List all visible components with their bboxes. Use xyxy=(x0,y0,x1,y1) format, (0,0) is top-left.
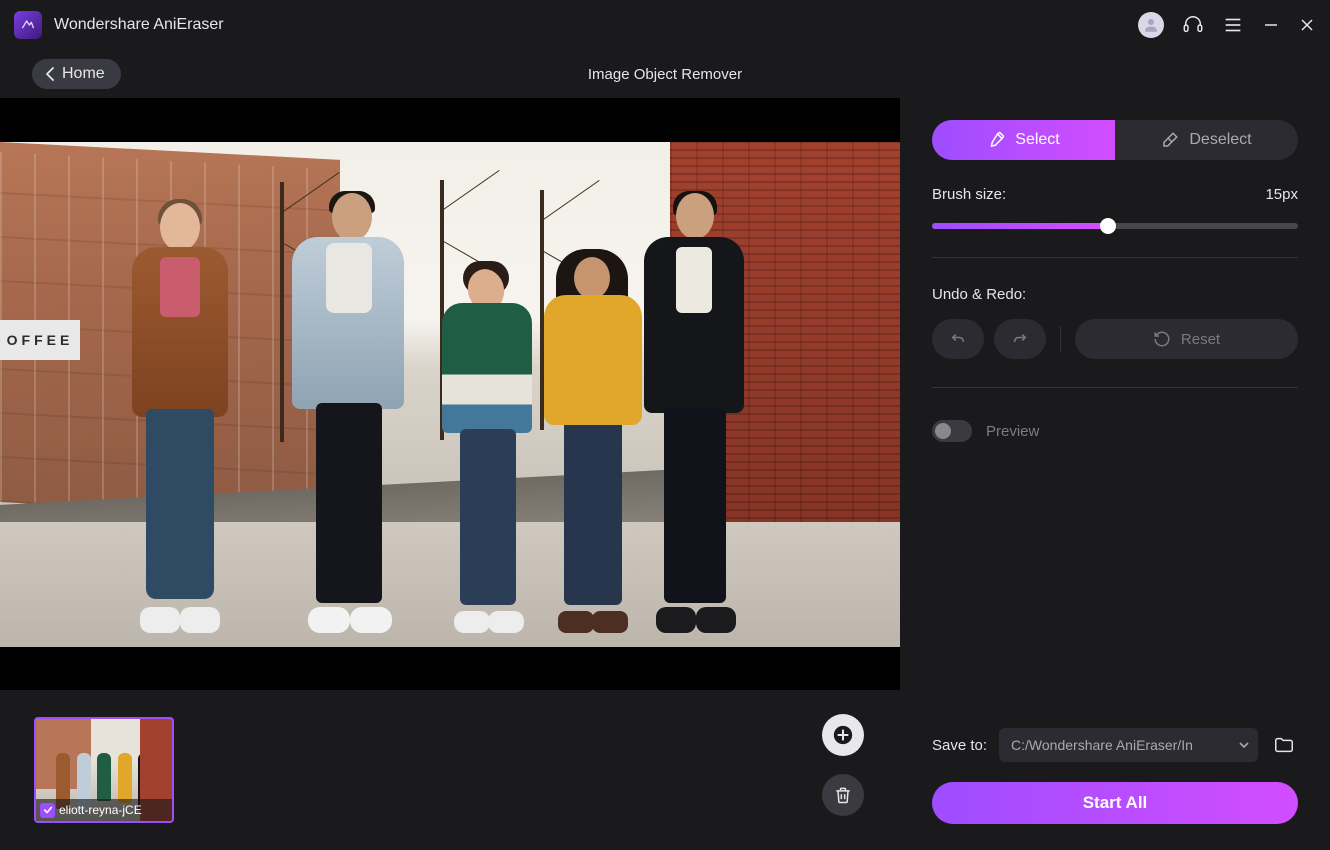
mode-toggle: Select Deselect xyxy=(932,120,1298,160)
scene-sign: OFFEE xyxy=(0,320,80,360)
thumbnail-check-icon[interactable] xyxy=(40,803,55,818)
thumbnail-strip: eliott-reyna-jCE xyxy=(0,690,900,850)
save-path-value: C:/Wondershare AniEraser/In xyxy=(1011,737,1193,753)
home-label: Home xyxy=(62,65,105,83)
add-image-button[interactable] xyxy=(822,714,864,756)
undo-redo-label: Undo & Redo: xyxy=(932,286,1026,303)
preview-image: OFFEE xyxy=(0,142,900,647)
app-logo xyxy=(14,11,42,39)
reset-icon xyxy=(1153,330,1171,348)
thumbnail-item[interactable]: eliott-reyna-jCE xyxy=(34,717,174,823)
title-bar: Wondershare AniEraser xyxy=(0,0,1330,50)
select-label: Select xyxy=(1015,131,1059,149)
preview-toggle[interactable] xyxy=(932,420,972,442)
brush-size-value: 15px xyxy=(1265,186,1298,203)
sub-header: Home Image Object Remover xyxy=(0,50,1330,98)
slider-thumb[interactable] xyxy=(1100,218,1116,234)
undo-icon xyxy=(949,330,967,348)
browse-folder-button[interactable] xyxy=(1270,731,1298,759)
window-minimize[interactable] xyxy=(1262,16,1280,34)
start-all-button[interactable]: Start All xyxy=(932,782,1298,824)
deselect-mode-button[interactable]: Deselect xyxy=(1115,120,1298,160)
menu-icon[interactable] xyxy=(1222,14,1244,36)
thumbnail-filename: eliott-reyna-jCE xyxy=(59,803,142,817)
page-title: Image Object Remover xyxy=(588,66,742,83)
select-mode-button[interactable]: Select xyxy=(932,120,1115,160)
redo-icon xyxy=(1011,330,1029,348)
window-close[interactable] xyxy=(1298,16,1316,34)
save-to-label: Save to: xyxy=(932,737,987,754)
user-avatar[interactable] xyxy=(1138,12,1164,38)
brush-size-label: Brush size: xyxy=(932,186,1006,203)
save-path-select[interactable]: C:/Wondershare AniEraser/In xyxy=(999,728,1258,762)
eraser-icon xyxy=(1161,131,1179,149)
app-title: Wondershare AniEraser xyxy=(54,16,224,34)
deselect-label: Deselect xyxy=(1189,131,1251,149)
folder-icon xyxy=(1273,734,1295,756)
chevron-down-icon xyxy=(1238,739,1250,751)
chevron-left-icon xyxy=(44,67,56,81)
tools-panel: Select Deselect Brush size: 15px Undo & … xyxy=(900,98,1330,850)
editor-area: OFFEE eliott-reyna-jCE xyxy=(0,98,900,850)
home-button[interactable]: Home xyxy=(32,59,121,89)
preview-label: Preview xyxy=(986,423,1039,440)
redo-button[interactable] xyxy=(994,319,1046,359)
plus-icon xyxy=(832,724,854,746)
trash-icon xyxy=(833,785,853,805)
delete-image-button[interactable] xyxy=(822,774,864,816)
brush-icon xyxy=(987,131,1005,149)
reset-label: Reset xyxy=(1181,331,1220,348)
support-icon[interactable] xyxy=(1182,14,1204,36)
undo-button[interactable] xyxy=(932,319,984,359)
reset-button[interactable]: Reset xyxy=(1075,319,1298,359)
image-canvas[interactable]: OFFEE xyxy=(0,98,900,690)
brush-size-slider[interactable] xyxy=(932,223,1298,229)
start-all-label: Start All xyxy=(1083,793,1148,813)
